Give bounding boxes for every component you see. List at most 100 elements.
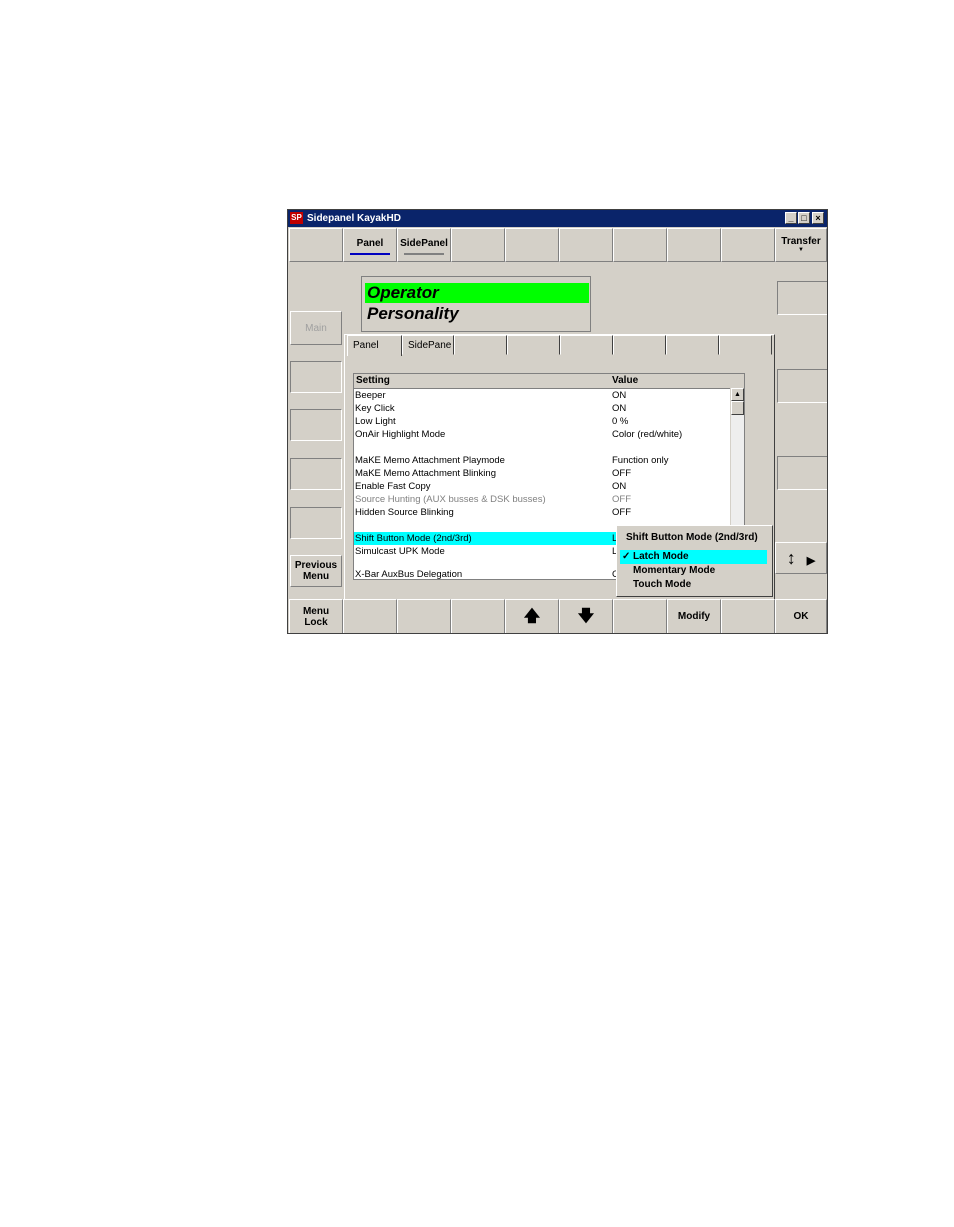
dialog-tab-sidepanel[interactable]: SidePane bbox=[402, 335, 454, 355]
up-button[interactable]: 🡅 bbox=[505, 599, 559, 633]
right-blank-button-3[interactable] bbox=[777, 456, 827, 490]
row-value: OFF bbox=[612, 507, 631, 518]
row-value: Function only bbox=[612, 455, 669, 466]
chevron-down-icon: ▼ bbox=[798, 247, 804, 253]
arrow-up-icon: 🡅 bbox=[523, 608, 541, 625]
scroll-up-icon[interactable]: ▲ bbox=[731, 388, 744, 401]
modify-button[interactable]: Modify bbox=[667, 599, 721, 633]
menu-lock-button[interactable]: Menu Lock bbox=[289, 599, 343, 633]
row-value: OFF bbox=[612, 468, 631, 479]
sidepanel-window: SP Sidepanel KayakHD _ □ × Panel SidePan… bbox=[287, 209, 828, 634]
tab-panel[interactable]: Panel bbox=[343, 228, 397, 262]
menu-item-momentary-mode[interactable]: Momentary Mode bbox=[620, 564, 767, 578]
left-blank-button-1[interactable] bbox=[290, 361, 342, 393]
table-row[interactable]: Key Click ON bbox=[354, 402, 730, 415]
row-value: ON bbox=[612, 403, 627, 414]
menu-lock-line2: Lock bbox=[304, 617, 328, 628]
menu-lock-line1: Menu bbox=[302, 606, 330, 617]
arrow-down-icon: 🡇 bbox=[577, 608, 595, 625]
top-blank-button-7[interactable] bbox=[721, 228, 775, 262]
row-setting: X-Bar AuxBus Delegation bbox=[355, 569, 463, 580]
top-blank-button-3[interactable] bbox=[505, 228, 559, 262]
top-blank-button-1[interactable] bbox=[289, 228, 343, 262]
bottom-blank-button-1[interactable] bbox=[343, 599, 397, 633]
table-row[interactable]: Low Light 0 % bbox=[354, 415, 730, 428]
bottom-blank-button-3[interactable] bbox=[451, 599, 505, 633]
maximize-button[interactable]: □ bbox=[798, 212, 810, 224]
settings-scrollbar[interactable]: ▲ bbox=[730, 388, 744, 528]
right-blank-button-1[interactable] bbox=[777, 281, 827, 315]
table-row[interactable] bbox=[354, 441, 730, 454]
shift-mode-dropdown: Shift Button Mode (2nd/3rd) ✓ Latch Mode… bbox=[616, 525, 773, 597]
updown-arrow-icon: ↕ bbox=[786, 548, 796, 568]
column-setting: Setting bbox=[356, 375, 390, 386]
menu-item-touch-mode[interactable]: Touch Mode bbox=[620, 578, 767, 592]
tab-sidepanel-underline bbox=[404, 253, 444, 255]
dialog-tab-blank-5[interactable] bbox=[666, 335, 719, 355]
row-setting: MaKE Memo Attachment Blinking bbox=[355, 468, 496, 479]
tab-sidepanel[interactable]: SidePanel bbox=[397, 228, 451, 262]
dialog-tab-blank-1[interactable] bbox=[454, 335, 507, 355]
ok-button[interactable]: OK bbox=[775, 599, 827, 633]
scrollbar-thumb[interactable] bbox=[731, 401, 744, 415]
dropdown-title: Shift Button Mode (2nd/3rd) bbox=[626, 532, 758, 543]
top-blank-button-4[interactable] bbox=[559, 228, 613, 262]
table-row[interactable]: Beeper ON bbox=[354, 389, 730, 402]
tab-panel-underline bbox=[350, 253, 390, 255]
row-setting: OnAir Highlight Mode bbox=[355, 429, 446, 440]
play-arrow-icon: ▶ bbox=[806, 555, 816, 567]
dialog-tab-blank-4[interactable] bbox=[613, 335, 666, 355]
menu-item-label: Latch Mode bbox=[633, 551, 689, 562]
tab-sidepanel-label: SidePanel bbox=[400, 238, 448, 249]
bottom-blank-button-5[interactable] bbox=[721, 599, 775, 633]
main-button[interactable]: Main bbox=[290, 311, 342, 345]
top-blank-button-6[interactable] bbox=[667, 228, 721, 262]
operator-personality-header: Operator Personality bbox=[361, 276, 591, 332]
row-value: Color (red/white) bbox=[612, 429, 683, 440]
row-value: ON bbox=[612, 481, 627, 492]
column-value: Value bbox=[612, 375, 639, 386]
row-setting: Low Light bbox=[355, 416, 396, 427]
table-row[interactable]: MaKE Memo Attachment Blinking OFF bbox=[354, 467, 730, 480]
row-setting: Source Hunting (AUX busses & DSK busses) bbox=[355, 494, 546, 505]
bottom-blank-button-2[interactable] bbox=[397, 599, 451, 633]
previous-menu-line2: Menu bbox=[302, 571, 330, 582]
dialog-tab-panel[interactable]: Panel bbox=[347, 335, 402, 356]
dialog-tab-blank-6[interactable] bbox=[719, 335, 772, 355]
table-row[interactable]: MaKE Memo Attachment Playmode Function on… bbox=[354, 454, 730, 467]
row-value: 0 % bbox=[612, 416, 629, 427]
row-setting: Beeper bbox=[355, 390, 386, 401]
row-setting: MaKE Memo Attachment Playmode bbox=[355, 455, 505, 466]
table-row-disabled: Source Hunting (AUX busses & DSK busses)… bbox=[354, 493, 730, 506]
close-button[interactable]: × bbox=[812, 212, 824, 224]
row-setting: Enable Fast Copy bbox=[355, 481, 431, 492]
left-blank-button-3[interactable] bbox=[290, 458, 342, 490]
table-row[interactable]: Hidden Source Blinking OFF bbox=[354, 506, 730, 519]
row-setting: Shift Button Mode (2nd/3rd) bbox=[355, 533, 472, 544]
top-blank-button-5[interactable] bbox=[613, 228, 667, 262]
header-line-2: Personality bbox=[367, 304, 459, 323]
table-row[interactable]: Enable Fast Copy ON bbox=[354, 480, 730, 493]
down-button[interactable]: 🡇 bbox=[559, 599, 613, 633]
right-blank-button-2[interactable] bbox=[777, 369, 827, 403]
left-blank-button-2[interactable] bbox=[290, 409, 342, 441]
table-row[interactable]: OnAir Highlight Mode Color (red/white) bbox=[354, 428, 730, 441]
checkmark-icon: ✓ bbox=[622, 551, 631, 562]
dialog-tab-blank-3[interactable] bbox=[560, 335, 613, 355]
menu-item-latch-mode[interactable]: ✓ Latch Mode bbox=[620, 550, 767, 564]
tab-panel-label: Panel bbox=[356, 238, 384, 249]
row-value: ON bbox=[612, 390, 627, 401]
previous-menu-button[interactable]: Previous Menu bbox=[290, 555, 342, 587]
minimize-button[interactable]: _ bbox=[785, 212, 797, 224]
header-line-1: Operator bbox=[367, 283, 439, 302]
menu-item-label: Touch Mode bbox=[633, 579, 692, 590]
title-bar[interactable]: SP Sidepanel KayakHD _ □ × bbox=[288, 210, 827, 227]
dialog-tab-blank-2[interactable] bbox=[507, 335, 560, 355]
menu-item-label: Momentary Mode bbox=[633, 565, 716, 576]
top-blank-button-2[interactable] bbox=[451, 228, 505, 262]
scroll-adjust-button[interactable]: ↕ ▶ bbox=[775, 542, 827, 574]
bottom-blank-button-4[interactable] bbox=[613, 599, 667, 633]
transfer-button[interactable]: Transfer ▼ bbox=[775, 228, 827, 262]
row-setting: Simulcast UPK Mode bbox=[355, 546, 445, 557]
left-blank-button-4[interactable] bbox=[290, 507, 342, 539]
